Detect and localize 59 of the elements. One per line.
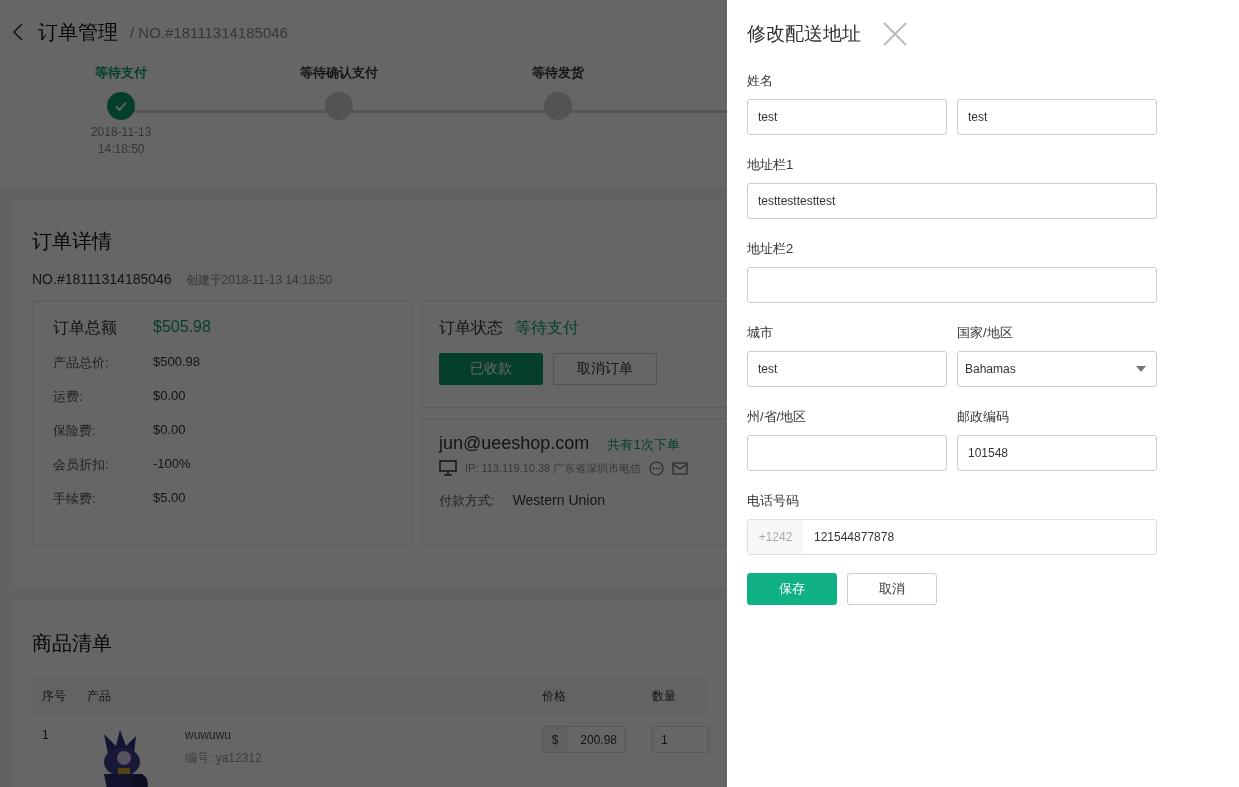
fee-value: $0.00 xyxy=(153,388,186,405)
input-field[interactable]: test xyxy=(747,351,947,387)
field-label: 电话号码 xyxy=(747,492,800,510)
total-label: 订单总额 xyxy=(53,318,118,338)
order-number: NO.#18111314185046 xyxy=(32,271,172,287)
phone-field[interactable]: +1242 121544877878 xyxy=(747,519,1157,555)
field-label: 州/省/地区 xyxy=(747,408,808,426)
input-field[interactable]: testtesttesttest xyxy=(747,183,1157,219)
drawer-title: 修改配送地址 xyxy=(747,22,861,46)
fee-label: 运费: xyxy=(53,388,84,406)
field-label: 城市 xyxy=(747,324,774,342)
fee-value: $0.00 xyxy=(153,422,186,439)
field-label: 姓名 xyxy=(747,72,774,90)
input-field[interactable] xyxy=(747,435,947,471)
fee-label: 保险费: xyxy=(53,422,97,440)
total-value: $505.98 xyxy=(153,318,211,337)
payment-label: 付款方式: xyxy=(439,492,495,510)
column-header: 序号 xyxy=(42,688,66,705)
page-title: 订单管理 xyxy=(38,19,118,45)
input-field[interactable]: test xyxy=(957,99,1157,135)
step-label: 等待确认支付 xyxy=(300,64,379,82)
caret-icon xyxy=(1136,366,1146,372)
currency-prefix: $ xyxy=(543,727,567,752)
page-overlay[interactable] xyxy=(0,0,727,787)
fee-value: $5.00 xyxy=(153,490,186,507)
country-select[interactable]: Bahamas xyxy=(957,351,1157,387)
input-field[interactable]: test xyxy=(747,99,947,135)
field-label: 国家/地区 xyxy=(957,324,1014,342)
step-label: 等待发货 xyxy=(531,64,584,82)
payment-method: Western Union xyxy=(512,492,605,508)
fee-label: 产品总价: xyxy=(53,354,110,372)
field-label: 地址栏1 xyxy=(747,156,795,174)
field-label: 邮政编码 xyxy=(957,408,1010,426)
input-field[interactable]: 101548 xyxy=(957,435,1157,471)
input-field[interactable] xyxy=(747,267,1157,303)
fee-label: 手续费: xyxy=(53,490,97,508)
cancel-button[interactable]: 取消 xyxy=(847,573,937,605)
order-count: 共有1次下单 xyxy=(607,436,680,454)
column-header: 价格 xyxy=(542,688,566,705)
column-header: 数量 xyxy=(652,688,676,705)
status-label: 订单状态 xyxy=(439,318,503,338)
section-title: 订单详情 xyxy=(32,229,113,254)
fee-value: $500.98 xyxy=(153,354,200,371)
step-label: 等待支付 xyxy=(95,64,148,82)
monitor-icon xyxy=(439,460,457,476)
fee-label: 会员折扣: xyxy=(53,456,110,474)
back-icon[interactable] xyxy=(12,22,24,42)
mail-icon[interactable] xyxy=(672,461,689,475)
fee-value: -100% xyxy=(153,456,191,473)
status-value: 等待支付 xyxy=(515,318,579,338)
column-header: 产品 xyxy=(87,688,111,705)
field-label: 地址栏2 xyxy=(747,240,795,258)
row-index: 1 xyxy=(42,728,49,742)
dial-code: +1242 xyxy=(748,520,803,554)
section-title: 商品清单 xyxy=(32,631,113,656)
close-icon[interactable] xyxy=(883,22,907,46)
chat-icon[interactable] xyxy=(649,460,665,476)
customer-email: jun@ueeshop.com xyxy=(439,433,590,454)
product-name: wuwuwu xyxy=(185,728,233,742)
